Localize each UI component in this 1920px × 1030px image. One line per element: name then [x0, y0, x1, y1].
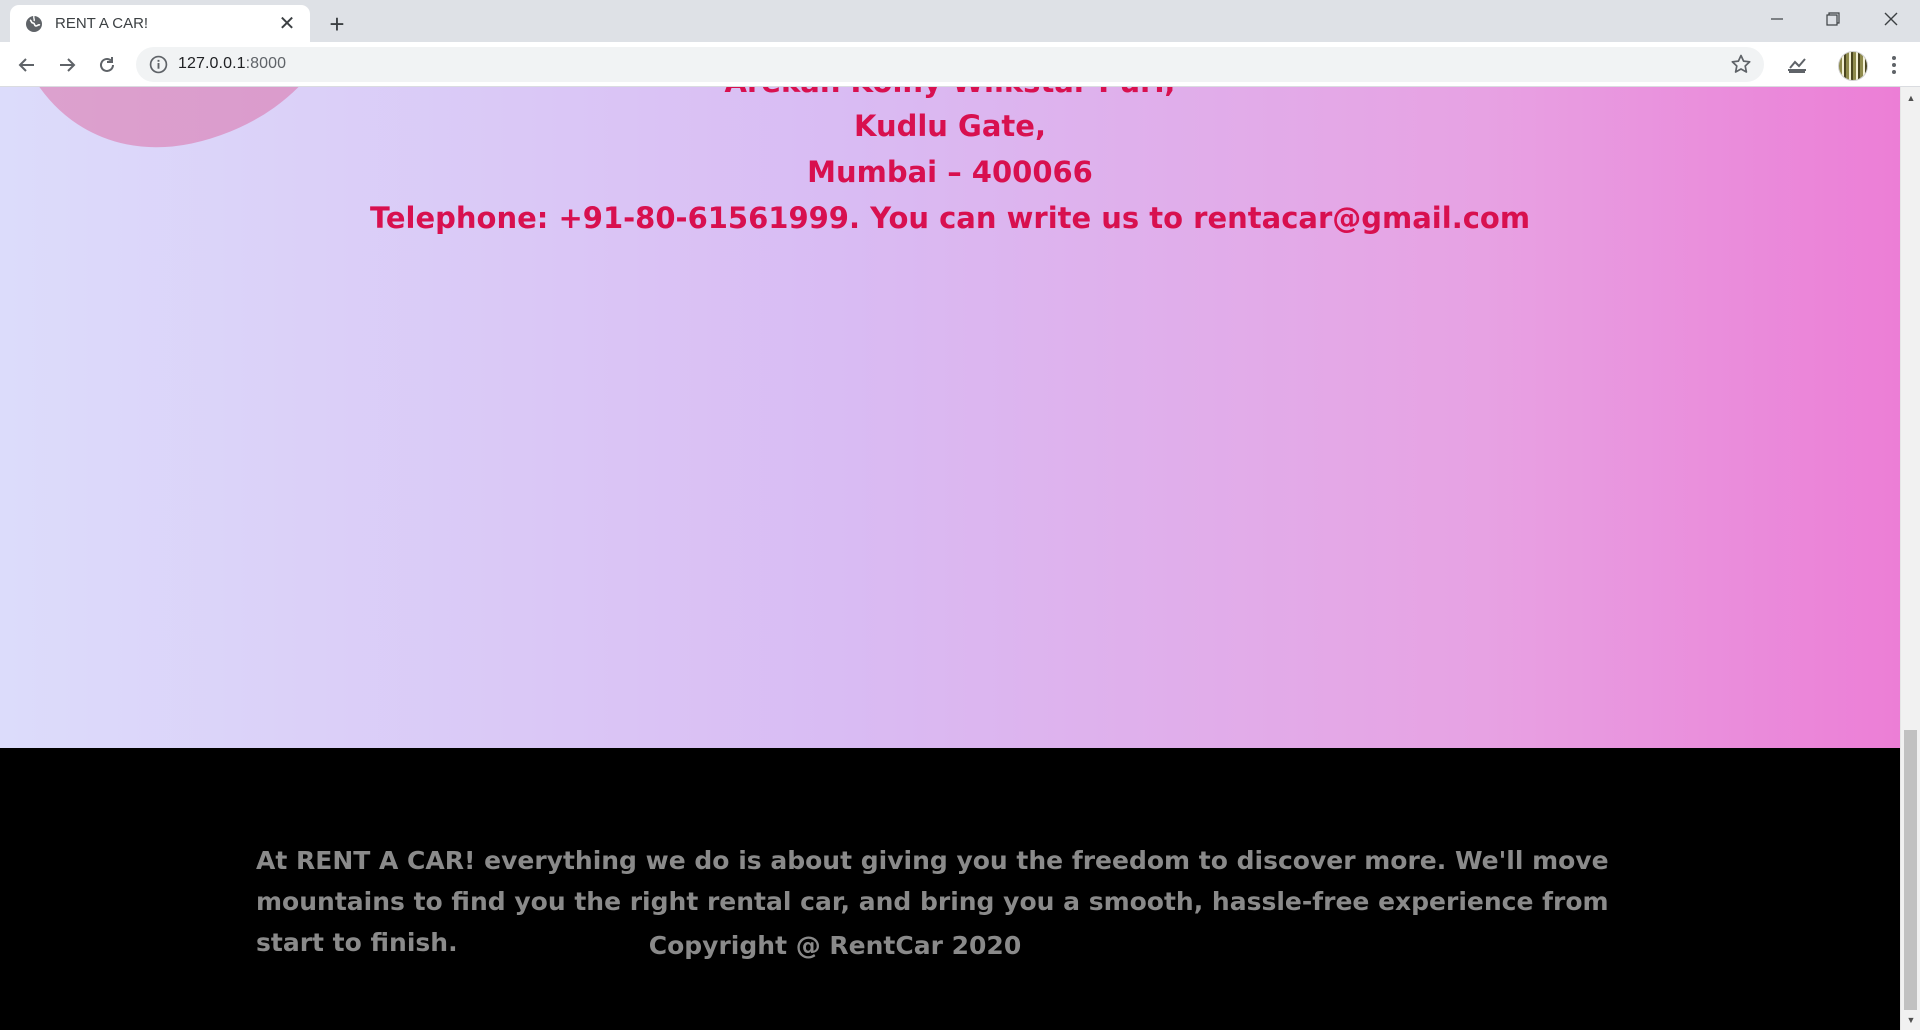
address-line-city: Kudlu Gate,: [854, 109, 1046, 143]
page-scrollbar[interactable]: ▲ ▼: [1900, 87, 1920, 1030]
profile-avatar[interactable]: [1838, 51, 1868, 81]
site-footer: At RENT A CAR! everything we do is about…: [0, 748, 1900, 1030]
scroll-down-arrow-icon[interactable]: ▼: [1901, 1011, 1920, 1028]
url-port: :8000: [245, 55, 287, 72]
site-info-icon[interactable]: [149, 55, 168, 74]
close-window-icon[interactable]: [1862, 0, 1920, 38]
tab-close-icon[interactable]: ✕: [276, 13, 298, 35]
browser-tab-active[interactable]: RENT A CAR! ✕: [10, 5, 310, 42]
address-line-state: Mumbai – 400066: [807, 155, 1093, 189]
scrollbar-thumb[interactable]: [1904, 730, 1917, 1010]
address-url[interactable]: 127.0.0.1:8000: [178, 55, 286, 73]
media-router-icon[interactable]: [1784, 52, 1810, 78]
kebab-menu-icon[interactable]: [1881, 52, 1907, 78]
browser-tabstrip: RENT A CAR! ✕ +: [0, 0, 1920, 42]
new-tab-button[interactable]: +: [322, 9, 352, 39]
back-arrow-icon[interactable]: [12, 50, 42, 80]
scroll-up-arrow-icon[interactable]: ▲: [1901, 89, 1920, 106]
minimize-window-icon[interactable]: [1748, 0, 1806, 38]
reload-icon[interactable]: [92, 50, 122, 80]
contact-phone-email: Telephone: +91-80-61561999. You can writ…: [369, 201, 1531, 235]
url-host: 127.0.0.1: [178, 55, 246, 72]
tab-title: RENT A CAR!: [55, 15, 149, 32]
forward-arrow-icon[interactable]: [52, 50, 82, 80]
footer-copyright: Copyright @ RentCar 2020: [648, 931, 1022, 960]
bookmark-star-icon[interactable]: [1730, 53, 1752, 75]
address-line-partial: Arekan Kolny Wilkstar Puri,: [0, 87, 1900, 99]
browser-toolbar: 127.0.0.1:8000: [0, 42, 1920, 87]
contact-section: Contact Us Arekan Kolny Wilkstar Puri, K…: [0, 87, 1900, 748]
globe-icon: [24, 14, 44, 34]
page-viewport: Contact Us Arekan Kolny Wilkstar Puri, K…: [0, 87, 1900, 1030]
restore-window-icon[interactable]: [1804, 0, 1862, 38]
address-bar[interactable]: 127.0.0.1:8000: [136, 47, 1764, 82]
